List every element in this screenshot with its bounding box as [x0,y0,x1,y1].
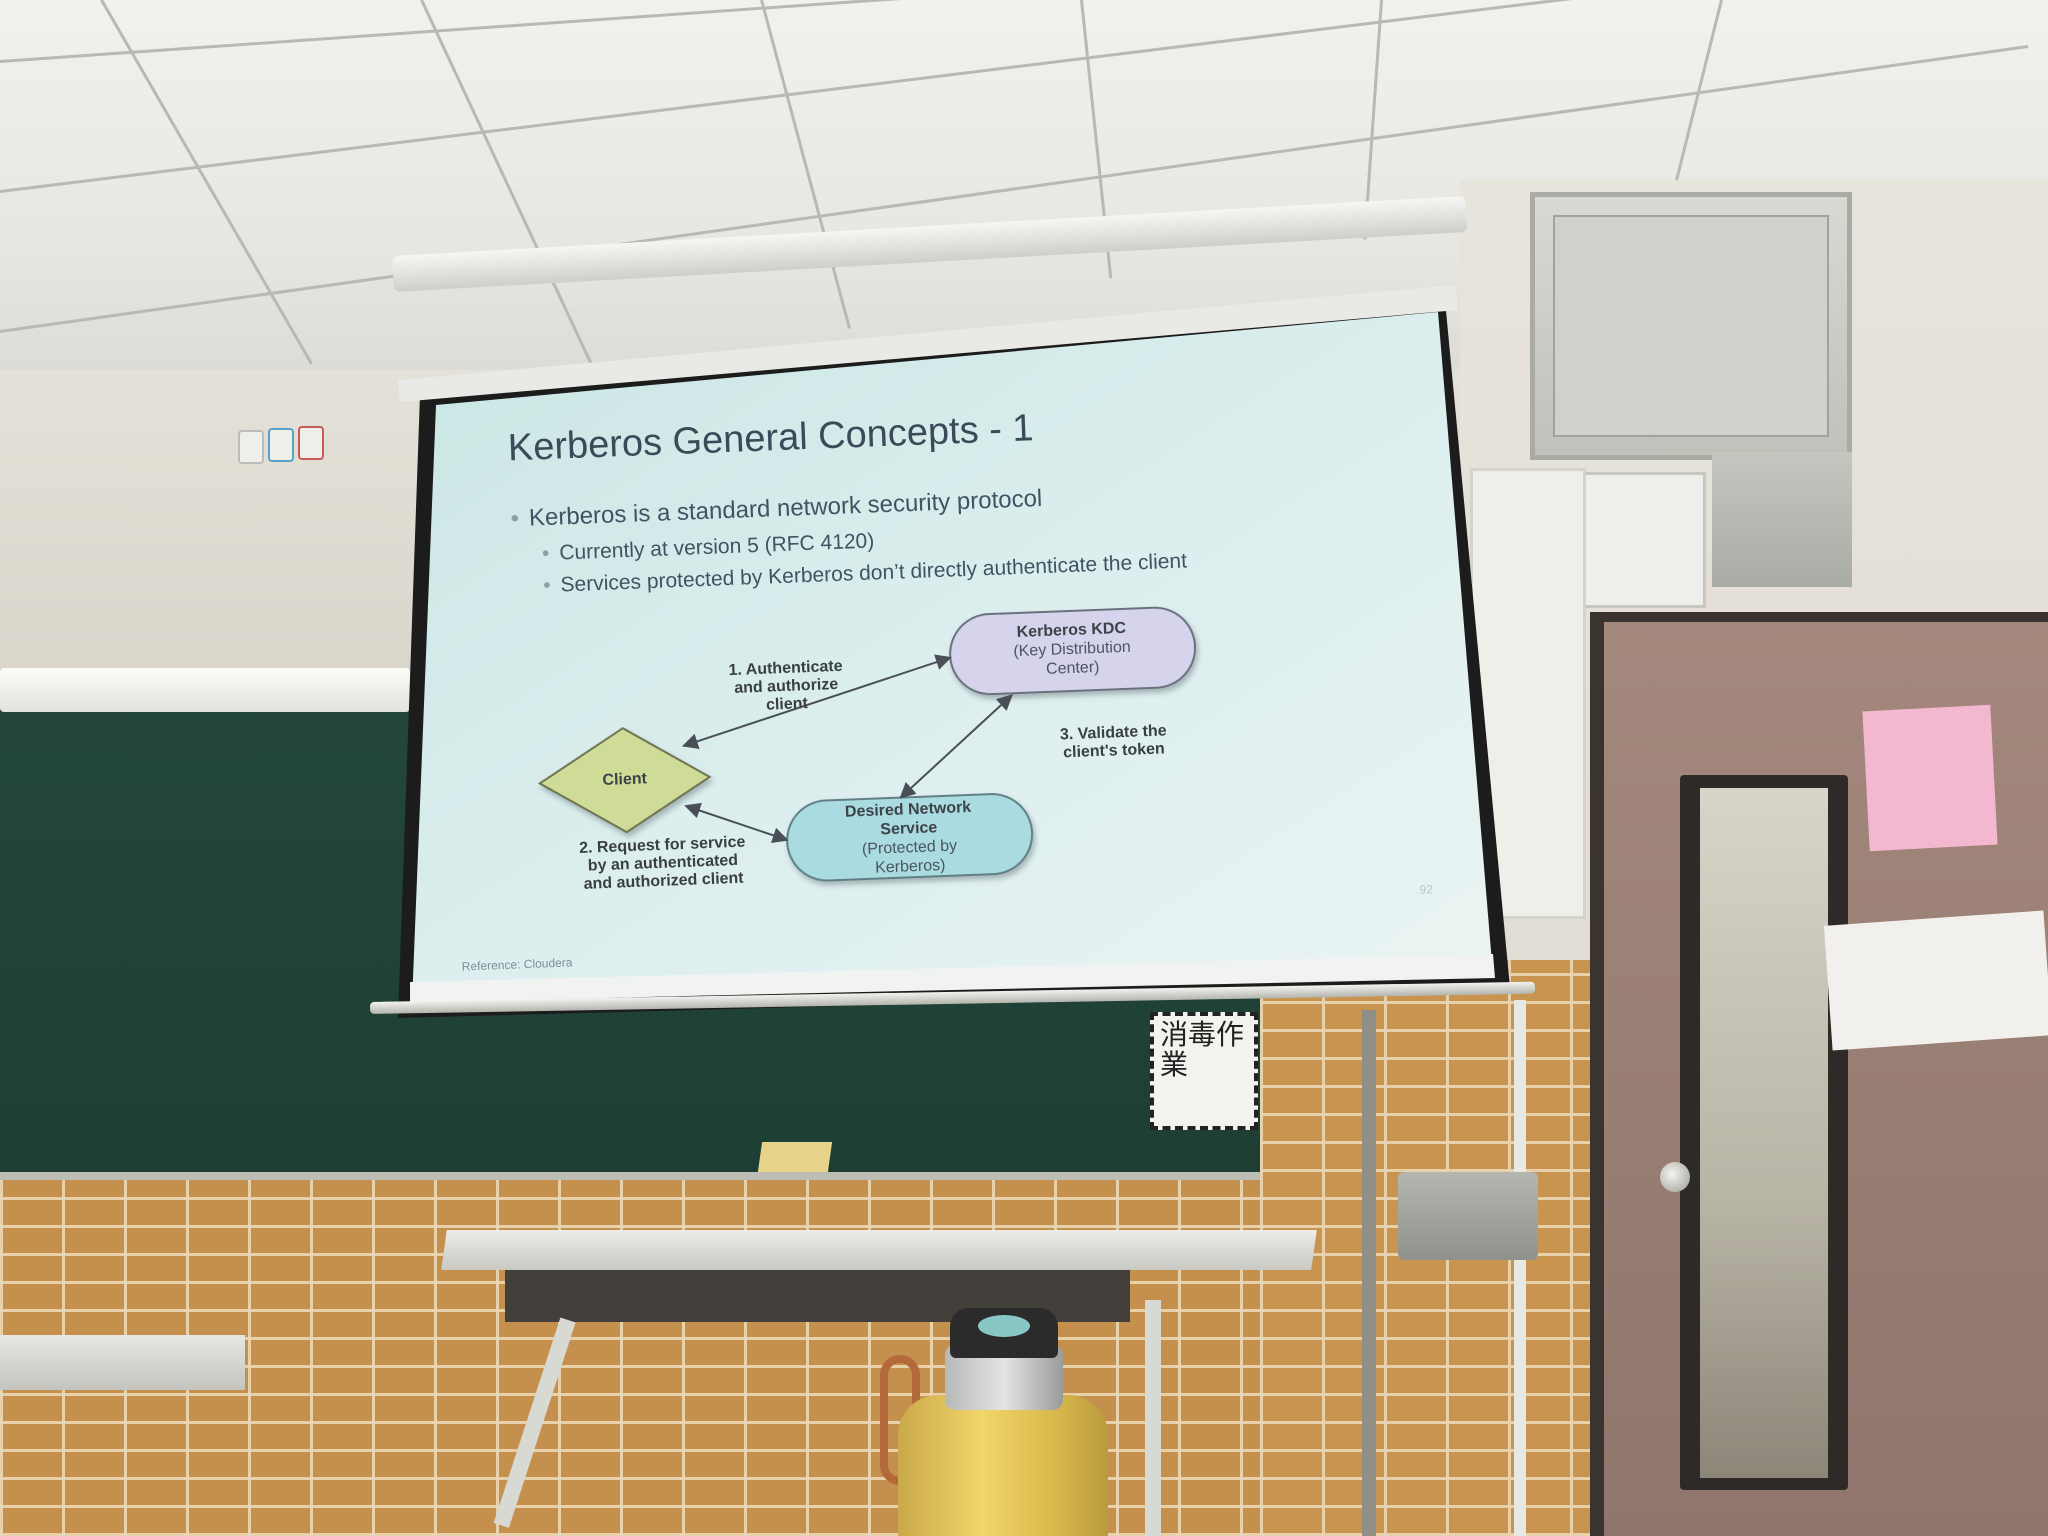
bullet-dot-icon: • [542,573,551,598]
kerberos-diagram: Kerberos KDC (Key Distribution Center) C… [508,581,1339,912]
bullet-dot-icon: • [510,505,520,533]
slide-title: Kerberos General Concepts - 1 [507,407,1035,470]
bullet-sub-1: • Currently at version 5 (RFC 4120) [541,529,875,566]
client-label: Client [602,770,648,790]
side-table [0,1335,245,1390]
water-bottle-lid [978,1315,1030,1337]
desk-top [441,1230,1317,1270]
arrow-service-kdc [899,694,1013,799]
slide-page-number: 92 [1419,882,1434,897]
bullet-main: • Kerberos is a standard network security… [510,484,1043,533]
edge-label-1: 1. Authenticate and authorize client [728,657,843,714]
edge-label-2: 2. Request for service by an authenticat… [578,833,746,893]
edge-label-3: 3. Validate the client's token [1059,722,1167,762]
bullet-dot-icon: • [541,541,550,566]
kdc-label: Kerberos KDC (Key Distribution Center) [1013,619,1132,678]
slide: Kerberos General Concepts - 1 • Kerberos … [440,361,1471,973]
water-bottle [898,1395,1108,1536]
desk-leg [1145,1300,1161,1536]
service-label: Desired Network Service (Protected by Ke… [844,798,972,877]
